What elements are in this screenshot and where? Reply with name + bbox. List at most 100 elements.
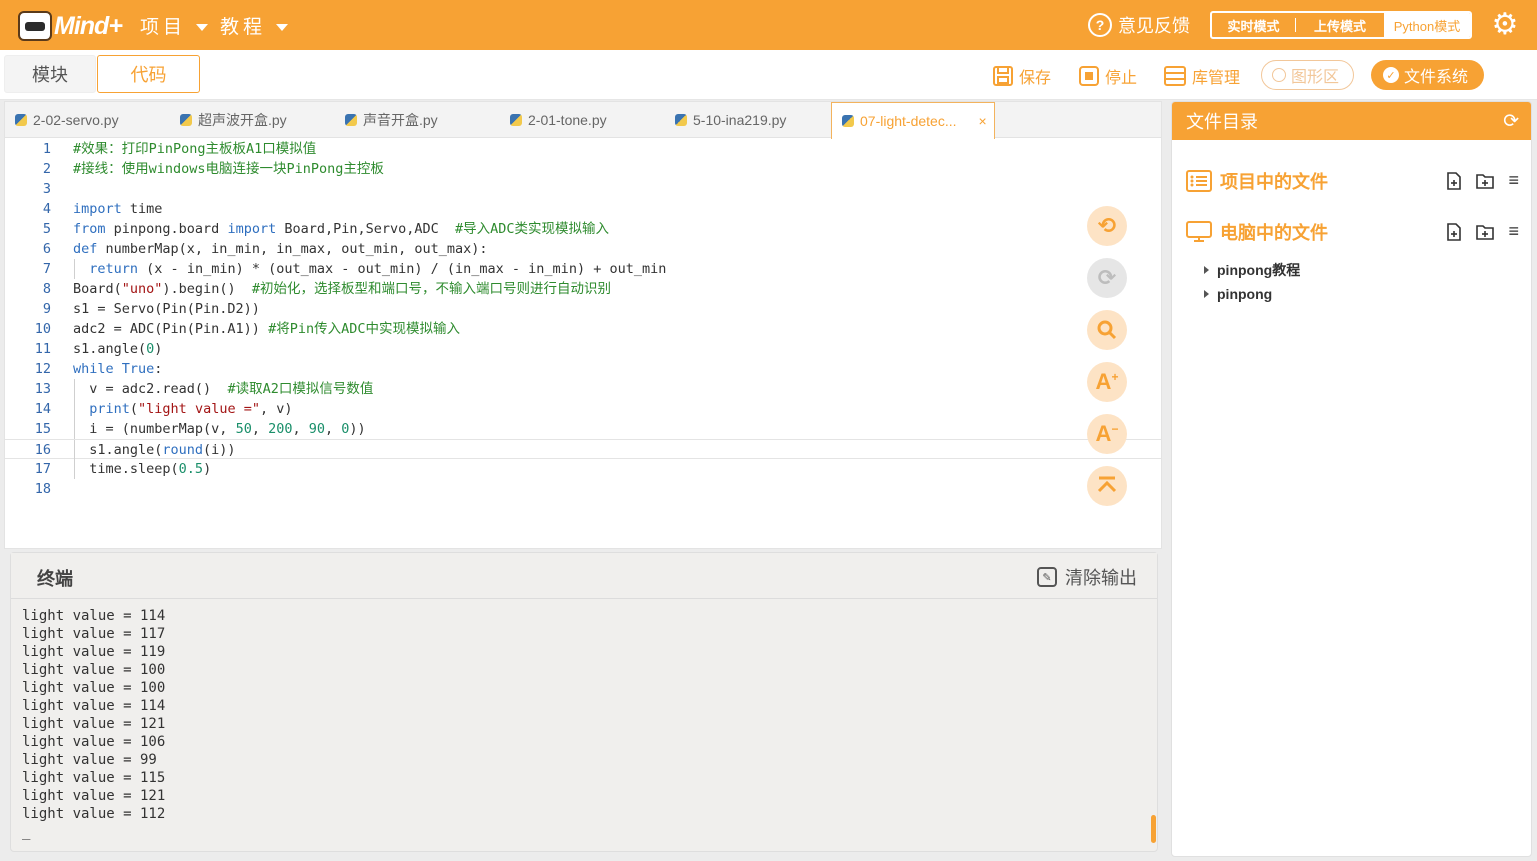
menu-tutorial-label: 教程: [220, 17, 267, 38]
file-tab[interactable]: 超声波开盒.py: [170, 102, 334, 138]
menu-project[interactable]: 项目: [140, 12, 209, 39]
code-text: while True:: [73, 361, 163, 377]
close-icon[interactable]: ×: [979, 113, 987, 129]
terminal-line: light value = 100: [22, 662, 166, 678]
file-tab[interactable]: 2-02-servo.py: [5, 102, 169, 138]
graphics-label: 图形区: [1291, 69, 1340, 86]
terminal-line: light value = 117: [22, 626, 166, 642]
save-icon: [993, 66, 1013, 86]
terminal-line: light value = 119: [22, 644, 166, 660]
save-button[interactable]: 保存: [992, 64, 1051, 88]
file-tab-label: 2-01-tone.py: [528, 112, 607, 128]
project-files-actions: ≡: [1446, 170, 1519, 191]
tab-blocks[interactable]: 模块: [4, 55, 96, 93]
code-line[interactable]: 6 def numberMap(x, in_min, in_max, out_mi…: [5, 239, 1161, 259]
code-area[interactable]: 1 #效果：打印PinPong主板板A1口模拟值 2 #接线：使用windows电脑连…: [5, 139, 1161, 499]
code-line[interactable]: 18: [5, 479, 1161, 499]
filesystem-label: 文件系统: [1404, 69, 1469, 86]
scroll-top-icon[interactable]: [1087, 466, 1127, 506]
code-line[interactable]: 2 #接线：使用windows电脑连接一块PinPong主控板: [5, 159, 1161, 179]
terminal-line: light value = 114: [22, 698, 166, 714]
graphics-button[interactable]: 图形区: [1261, 60, 1355, 90]
undo-icon[interactable]: ⟲: [1087, 206, 1127, 246]
python-file-icon: [842, 115, 854, 127]
clear-output-button[interactable]: ✎ 清除输出: [1037, 564, 1137, 590]
code-text: def numberMap(x, in_min, in_max, out_min…: [73, 241, 488, 257]
refresh-icon[interactable]: ⟳: [1503, 110, 1519, 133]
line-number: 12: [34, 361, 51, 377]
python-file-icon: [15, 114, 27, 126]
code-line[interactable]: 17 time.sleep(0.5): [5, 459, 1161, 479]
code-line[interactable]: 4 import time: [5, 199, 1161, 219]
line-number: 14: [34, 401, 51, 417]
code-line[interactable]: 3: [5, 179, 1161, 199]
feedback-button[interactable]: ? 意见反馈: [1088, 12, 1190, 38]
line-number: 15: [34, 421, 51, 437]
menu-tutorial[interactable]: 教程: [220, 12, 289, 39]
file-tab[interactable]: 声音开盒.py: [335, 102, 499, 138]
library-button[interactable]: 库管理: [1163, 64, 1240, 88]
code-line[interactable]: 5 from pinpong.board import Board,Pin,Ser…: [5, 219, 1161, 239]
computer-files-label: 电脑中的文件: [1220, 223, 1328, 243]
file-tab-label: 5-10-ina219.py: [693, 112, 787, 128]
code-line[interactable]: 8 Board("uno").begin() #初始化，选择板型和端口号，不输入端…: [5, 279, 1161, 299]
code-line[interactable]: 14 print("light value =", v): [5, 399, 1161, 419]
logo-text: Mind+: [54, 11, 123, 40]
terminal-line: light value = 114: [22, 608, 166, 624]
code-line[interactable]: 11 s1.angle(0): [5, 339, 1161, 359]
python-file-icon: [345, 114, 357, 126]
terminal-scrollbar[interactable]: [1151, 815, 1156, 843]
code-text: v = adc2.read() #读取A2口模拟信号数值: [73, 381, 374, 397]
tab-code[interactable]: 代码: [97, 55, 200, 93]
new-folder-icon[interactable]: [1476, 173, 1495, 189]
line-number: 8: [42, 281, 51, 297]
code-line[interactable]: 10 adc2 = ADC(Pin(Pin.A1)) #将Pin传入ADC中实现模…: [5, 319, 1161, 339]
terminal-line: light value = 112: [22, 806, 166, 822]
tree-item-pinpong[interactable]: pinpong: [1204, 286, 1272, 302]
code-text: #效果：打印PinPong主板板A1口模拟值: [73, 141, 317, 157]
robot-logo-icon: [18, 11, 52, 41]
eraser-icon: ✎: [1037, 567, 1057, 587]
file-tab-label: 声音开盒.py: [363, 112, 438, 128]
new-file-icon[interactable]: [1446, 171, 1462, 190]
file-tab-label: 超声波开盒.py: [198, 112, 287, 128]
file-tab[interactable]: 2-01-tone.py: [500, 102, 664, 138]
stop-label: 停止: [1105, 70, 1138, 87]
gear-icon[interactable]: ⚙: [1490, 10, 1520, 40]
computer-files-section[interactable]: 电脑中的文件: [1186, 219, 1328, 245]
tree-item-pinpong-tutorial[interactable]: pinpong教程: [1204, 260, 1300, 280]
terminal-line: _: [22, 824, 31, 840]
code-line[interactable]: 16 s1.angle(round(i)): [5, 439, 1161, 460]
code-line[interactable]: 12 while True:: [5, 359, 1161, 379]
menu-icon[interactable]: ≡: [1508, 170, 1519, 191]
code-line[interactable]: 1 #效果：打印PinPong主板板A1口模拟值: [5, 139, 1161, 159]
menu-icon[interactable]: ≡: [1508, 221, 1519, 242]
mode-realtime[interactable]: 实时模式: [1212, 18, 1296, 34]
caret-right-icon: [1204, 266, 1209, 274]
mode-switcher: 实时模式 上传模式 Python模式: [1210, 11, 1472, 39]
code-line[interactable]: 7 return (x - in_min) * (out_max - out_m…: [5, 259, 1161, 279]
tree-item-label: pinpong教程: [1217, 262, 1301, 278]
new-file-icon[interactable]: [1446, 222, 1462, 241]
library-label: 库管理: [1192, 70, 1241, 87]
filesystem-button[interactable]: ✓ 文件系统: [1371, 60, 1485, 90]
python-file-icon: [510, 114, 522, 126]
code-line[interactable]: 15 i = (numberMap(v, 50, 200, 90, 0)): [5, 419, 1161, 439]
new-folder-icon[interactable]: [1476, 224, 1495, 240]
mode-upload[interactable]: 上传模式: [1296, 13, 1384, 37]
file-tab[interactable]: 5-10-ina219.py: [665, 102, 829, 138]
font-increase-icon[interactable]: A +: [1087, 362, 1127, 402]
terminal-panel: 终端 ✎ 清除输出 light value = 114 light value =…: [10, 552, 1158, 852]
mode-python[interactable]: Python模式: [1384, 13, 1470, 37]
file-tab-active[interactable]: 07-light-detec... ×: [831, 102, 995, 139]
search-icon[interactable]: [1087, 310, 1127, 350]
code-line[interactable]: 13 v = adc2.read() #读取A2口模拟信号数值: [5, 379, 1161, 399]
line-number: 16: [34, 442, 51, 458]
redo-icon[interactable]: ⟳: [1087, 258, 1127, 298]
stop-button[interactable]: 停止: [1078, 64, 1137, 88]
font-decrease-icon[interactable]: A −: [1087, 414, 1127, 454]
terminal-output[interactable]: light value = 114 light value = 117 light …: [11, 607, 1151, 841]
project-files-section[interactable]: 项目中的文件: [1186, 168, 1328, 194]
code-line[interactable]: 9 s1 = Servo(Pin(Pin.D2)): [5, 299, 1161, 319]
clear-output-label: 清除输出: [1065, 568, 1137, 588]
